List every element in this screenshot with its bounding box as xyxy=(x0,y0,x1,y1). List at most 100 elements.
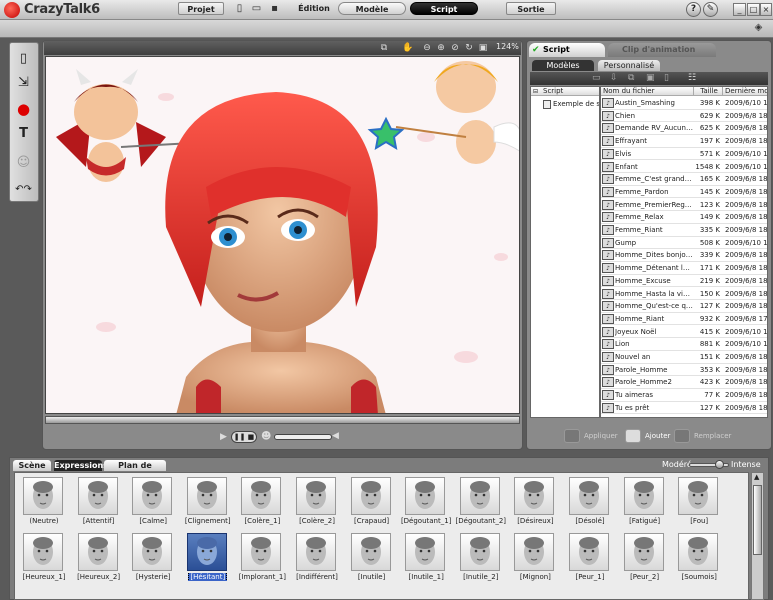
file-row[interactable]: ♪Demande RV_Aucune e... 625 K 2009/6/8 18 xyxy=(601,122,767,135)
expression-item[interactable]: [Fatigué] xyxy=(618,475,672,530)
fullscreen-icon[interactable]: ▣ xyxy=(477,42,489,54)
scroll-up-icon[interactable]: ▲ xyxy=(754,473,759,481)
file-row[interactable]: ♪Homme_Détenant la vé... 171 K 2009/6/8 18 xyxy=(601,262,767,275)
file-row[interactable]: ♪Femme_C'est grandiose ! 165 K 2009/6/8 18 xyxy=(601,173,767,186)
file-row[interactable]: ♪ Femme_Pardon 145 K 2009/6/8 18 xyxy=(601,186,767,199)
expression-item[interactable]: [Dégoutant_1] xyxy=(399,475,453,530)
cube-icon[interactable]: ◈ xyxy=(753,22,764,33)
loop-icon[interactable]: ☻ xyxy=(261,431,271,442)
expression-item[interactable]: [Désireux] xyxy=(508,475,562,530)
volume-slider[interactable] xyxy=(274,434,332,440)
maximize-button[interactable]: □ xyxy=(747,3,760,16)
nav-edition[interactable]: Édition xyxy=(294,2,334,15)
replace-button[interactable]: Remplacer xyxy=(674,428,731,444)
open-folder-icon[interactable]: ▭ xyxy=(251,3,262,14)
copy-icon[interactable]: ⧉ xyxy=(628,73,634,83)
expression-item[interactable]: [Soumois] xyxy=(672,531,726,586)
expression-item[interactable]: [Indifférent] xyxy=(290,531,344,586)
tab-scene[interactable]: Scène xyxy=(13,460,51,471)
reset-zoom-icon[interactable]: ⊘ xyxy=(449,42,461,54)
subtab-personnalise[interactable]: Personnalisé xyxy=(598,60,660,71)
expression-item[interactable]: [Peur_1] xyxy=(563,531,617,586)
file-row[interactable]: ♪ Parole_Homme2 423 K 2009/6/8 18 xyxy=(601,376,767,389)
file-row[interactable]: ♪ Homme_Excuse 219 K 2009/6/8 18 xyxy=(601,275,767,288)
expression-item[interactable]: [Crapaud] xyxy=(345,475,399,530)
file-row[interactable]: ♪ Femme_Relax 149 K 2009/6/8 18 xyxy=(601,211,767,224)
speaker-icon[interactable]: ◀ xyxy=(332,431,339,441)
subtab-modeles[interactable]: Modèles xyxy=(532,60,594,71)
tab-script[interactable]: Script xyxy=(529,43,605,57)
file-row[interactable]: ♪ Parole_Homme 353 K 2009/6/8 18 xyxy=(601,364,767,377)
zoom-in-icon[interactable]: ⊕ xyxy=(435,42,447,54)
add-button[interactable]: Ajouter xyxy=(625,428,670,444)
nav-script[interactable]: Script xyxy=(410,2,478,15)
import-audio-icon[interactable]: ⇲ xyxy=(14,73,33,92)
file-row[interactable]: ♪ Effrayant 197 K 2009/6/8 18 xyxy=(601,135,767,148)
file-row[interactable]: ♪ Enfant 1548 K 2009/6/10 1 xyxy=(601,161,767,174)
file-row[interactable]: ♪ Joyeux Noël 415 K 2009/6/10 1 xyxy=(601,326,767,339)
tree-item[interactable]: Exemple de script xyxy=(553,100,599,108)
expression-item[interactable]: [Inutile] xyxy=(345,531,399,586)
save-icon[interactable]: ▪ xyxy=(269,3,280,14)
text-to-speech-icon[interactable]: T xyxy=(14,124,33,143)
expression-item[interactable]: (Neutre) xyxy=(17,475,71,530)
tools-icon[interactable]: ✎ xyxy=(703,2,718,17)
file-row[interactable]: ♪ Elvis 571 K 2009/6/10 1 xyxy=(601,148,767,161)
file-row[interactable]: ♪ Austin_Smashing 398 K 2009/6/10 1 xyxy=(601,97,767,110)
pause-stop-icon[interactable]: ❚❚ ■ xyxy=(231,431,257,443)
expression-item[interactable]: [Heureux_1] xyxy=(17,531,71,586)
minimize-button[interactable]: _ xyxy=(733,3,746,16)
expression-item[interactable]: [Implorant_1] xyxy=(235,531,289,586)
import-icon[interactable]: ⇩ xyxy=(610,73,618,83)
file-row[interactable]: ♪ Chien 629 K 2009/6/8 18 xyxy=(601,110,767,123)
col-name[interactable]: Nom du fichier xyxy=(601,87,694,96)
file-row[interactable]: ♪ Gump 508 K 2009/6/10 1 xyxy=(601,237,767,250)
expression-item[interactable]: [Mignon] xyxy=(508,531,562,586)
list-view-icon[interactable]: ☷ xyxy=(688,73,696,83)
file-row[interactable]: ♪ Homme_Riant 932 K 2009/6/8 17 xyxy=(601,313,767,326)
expression-item[interactable]: [Colère_1] xyxy=(235,475,289,530)
col-size[interactable]: Taille xyxy=(694,87,723,96)
expression-item[interactable]: [Désolé] xyxy=(563,475,617,530)
record-icon[interactable]: ● xyxy=(14,100,33,119)
file-row[interactable]: ♪ Tu es prêt 127 K 2009/6/8 18 xyxy=(601,402,767,415)
new-file-icon[interactable]: ▯ xyxy=(234,3,245,14)
expression-item[interactable]: [Dégoutant_2] xyxy=(454,475,508,530)
expression-item[interactable]: [Clignement] xyxy=(181,475,235,530)
expression-item[interactable]: [Colère_2] xyxy=(290,475,344,530)
grid-scrollbar[interactable]: ▲ xyxy=(751,472,764,600)
face-puppet-icon[interactable]: ☺ xyxy=(14,153,33,172)
expression-item[interactable]: [Hysterie] xyxy=(126,531,180,586)
tab-plan-de-montage[interactable]: Plan de montage xyxy=(104,460,166,481)
file-row[interactable]: ♪ Lion 881 K 2009/6/10 1 xyxy=(601,338,767,351)
expression-item[interactable]: [Hésitant] xyxy=(181,531,235,586)
file-row[interactable]: ♪ Nouvel an 151 K 2009/6/8 18 xyxy=(601,351,767,364)
timeline-track[interactable] xyxy=(45,416,520,424)
fit-view-icon[interactable]: ⧉ xyxy=(378,42,390,54)
nav-projet[interactable]: Projet xyxy=(178,2,224,15)
file-row[interactable]: ♪ Tu aimeras 77 K 2009/6/8 18 xyxy=(601,389,767,402)
apply-button[interactable]: Appliquer xyxy=(564,428,618,444)
pan-hand-icon[interactable]: ✋ xyxy=(402,42,414,54)
play-icon[interactable]: ▶ xyxy=(220,432,227,442)
delete-icon[interactable]: ▯ xyxy=(664,73,669,83)
help-button[interactable]: ? xyxy=(686,2,701,17)
file-row[interactable]: ♪Homme_Qu'est-ce que ... 127 K 2009/6/8 18 xyxy=(601,300,767,313)
expression-item[interactable]: [Heureux_2] xyxy=(72,531,126,586)
expression-item[interactable]: [Calme] xyxy=(126,475,180,530)
nav-modele[interactable]: Modèle xyxy=(338,2,406,15)
col-date[interactable]: Dernière mo xyxy=(723,87,767,96)
paste-icon[interactable]: ▣ xyxy=(646,73,655,83)
expression-item[interactable]: [Attentif] xyxy=(72,475,126,530)
expression-item[interactable]: [Peur_2] xyxy=(618,531,672,586)
character-preview[interactable] xyxy=(45,56,520,414)
expression-item[interactable]: [Fou] xyxy=(672,475,726,530)
collapse-icon[interactable]: ⊟ xyxy=(533,88,538,95)
zoom-out-icon[interactable]: ⊖ xyxy=(421,42,433,54)
file-row[interactable]: ♪ Homme_Hasta la vista 150 K 2009/6/8 18 xyxy=(601,288,767,301)
tab-expressions[interactable]: Expressions xyxy=(54,460,108,471)
intensity-slider-knob[interactable] xyxy=(715,460,724,469)
expression-item[interactable]: [Inutile_2] xyxy=(454,531,508,586)
new-script-icon[interactable]: ▯ xyxy=(14,49,33,68)
scroll-thumb[interactable] xyxy=(753,485,762,555)
